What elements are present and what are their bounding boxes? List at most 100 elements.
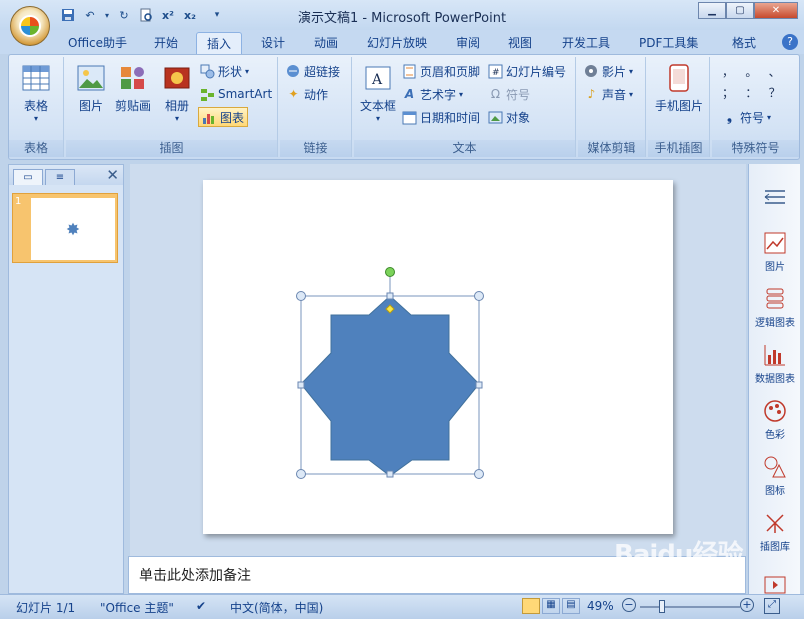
symbol-semicolon[interactable]: ； — [722, 84, 745, 101]
action-button[interactable]: ✦ 动作 — [286, 84, 328, 104]
group-label: 插图 — [66, 140, 277, 157]
slide-sorter-icon[interactable]: ▦ — [542, 598, 560, 614]
symbol-colon[interactable]: ： — [745, 84, 768, 101]
zoom-slider-thumb[interactable] — [659, 600, 665, 613]
datetime-button[interactable]: 日期和时间 — [402, 107, 480, 127]
picture-chart-icon — [762, 230, 788, 256]
eight-point-star-shape[interactable] — [300, 295, 480, 477]
slide-number-button[interactable]: # 幻灯片编号 — [488, 61, 566, 81]
tab-developer[interactable]: 开发工具 — [552, 32, 620, 54]
rp-color[interactable]: 色彩 — [749, 398, 801, 441]
object-button[interactable]: 对象 — [488, 107, 530, 127]
group-label: 媒体剪辑 — [578, 140, 645, 157]
header-footer-button[interactable]: 页眉和页脚 — [402, 61, 480, 81]
tab-pdf-tools[interactable]: PDF工具集 — [629, 32, 708, 54]
minimize-icon[interactable]: ▁ — [698, 2, 726, 19]
resize-handle-right[interactable] — [475, 381, 483, 389]
table-icon — [21, 63, 51, 93]
close-icon[interactable]: ✕ — [754, 2, 798, 19]
tab-insert[interactable]: 插入 — [196, 32, 243, 54]
special-symbol-button[interactable]: ❟ 符号 ▾ — [722, 107, 771, 127]
svg-text:#: # — [492, 68, 500, 78]
fit-window-icon[interactable]: ⤢ — [764, 598, 780, 614]
color-palette-icon — [762, 398, 788, 424]
resize-handle-top-right[interactable] — [474, 291, 484, 301]
outline-tab-icon[interactable]: ≡ — [45, 169, 75, 185]
tab-design[interactable]: 设计 — [251, 32, 295, 54]
resize-handle-top-left[interactable] — [296, 291, 306, 301]
sound-button[interactable]: ♪ 声音 ▾ — [584, 84, 633, 104]
slides-pane: ▭ ≡ ✕ 1 — [8, 164, 124, 594]
album-dropdown-icon: ▾ — [174, 114, 179, 123]
hyperlink-button[interactable]: 超链接 — [286, 61, 340, 81]
slide-thumbnail[interactable]: 1 — [12, 193, 118, 263]
tab-home[interactable]: 开始 — [144, 32, 188, 54]
office-button[interactable] — [10, 6, 50, 46]
zoom-level[interactable]: 49% — [587, 599, 614, 613]
slide-canvas[interactable] — [203, 180, 673, 534]
collapse-pane-icon[interactable] — [749, 184, 801, 212]
symbol-dropdown-icon: ❟ — [727, 109, 732, 124]
symbol-question[interactable]: ？ — [769, 84, 792, 101]
smartart-icon — [200, 87, 215, 102]
window-title: 演示文稿1 - Microsoft PowerPoint — [297, 11, 507, 26]
clipart-button[interactable]: 剪贴画 — [112, 63, 154, 114]
group-label: 手机插图 — [648, 140, 709, 157]
album-button[interactable]: 相册 ▾ — [156, 63, 198, 123]
tab-review[interactable]: 审阅 — [446, 32, 490, 54]
symbol-period[interactable]: 。 — [745, 63, 768, 80]
rp-picture[interactable]: 图片 — [749, 230, 801, 273]
group-label: 链接 — [280, 140, 351, 157]
resize-handle-top[interactable] — [386, 292, 394, 300]
spellcheck-icon[interactable]: ✔ — [196, 599, 206, 613]
rotation-handle[interactable] — [385, 267, 395, 277]
textbox-button[interactable]: A 文本框 ▾ — [356, 63, 400, 123]
resize-handle-bottom-right[interactable] — [474, 469, 484, 479]
tab-office-assistant[interactable]: Office助手 — [58, 32, 137, 54]
normal-view-icon[interactable] — [522, 598, 540, 614]
language[interactable]: 中文(简体，中国) — [230, 599, 323, 616]
chart-button[interactable]: 图表 — [198, 107, 249, 127]
table-button[interactable]: 表格 ▾ — [15, 63, 57, 123]
symbol-enum-comma[interactable]: 、 — [769, 63, 792, 80]
tab-view[interactable]: 视图 — [498, 32, 542, 54]
data-chart-icon — [762, 342, 788, 368]
wordart-button[interactable]: A 艺术字 ▾ — [402, 84, 463, 104]
hyperlink-icon — [286, 64, 301, 79]
tab-animation[interactable]: 动画 — [304, 32, 348, 54]
rp-data-chart[interactable]: 数据图表 — [749, 342, 801, 385]
group-label: 文本 — [354, 140, 575, 157]
zoom-in-icon[interactable]: + — [740, 598, 754, 612]
smartart-button[interactable]: SmartArt — [200, 84, 272, 104]
group-media: 影片 ▾ ♪ 声音 ▾ 媒体剪辑 — [578, 57, 646, 157]
close-pane-icon[interactable]: ✕ — [106, 166, 119, 184]
help-icon[interactable]: ? — [782, 34, 798, 50]
movie-button[interactable]: 影片 ▾ — [584, 61, 633, 81]
rp-illustration-library[interactable]: 插图库 — [749, 510, 801, 553]
resize-handle-bottom[interactable] — [386, 470, 394, 478]
theme-name[interactable]: "Office 主题" — [100, 599, 174, 616]
rp-logic-chart[interactable]: 逻辑图表 — [749, 286, 801, 329]
group-text: A 文本框 ▾ 页眉和页脚 A 艺术字 ▾ 日期和时间 # 幻灯片编号 Ω 符号 … — [354, 57, 576, 157]
phone-picture-button[interactable]: 手机图片 — [652, 63, 706, 114]
resize-handle-bottom-left[interactable] — [296, 469, 306, 479]
tab-format[interactable]: 格式 — [722, 32, 766, 54]
tab-slideshow[interactable]: 幻灯片放映 — [357, 32, 437, 54]
symbol-button[interactable]: Ω 符号 — [488, 84, 530, 104]
group-links: 超链接 ✦ 动作 链接 — [280, 57, 352, 157]
rp-icons[interactable]: 图标 — [749, 454, 801, 497]
symbol-comma[interactable]: ， — [722, 63, 745, 80]
slideshow-view-icon[interactable]: ▤ — [562, 598, 580, 614]
phone-picture-icon — [664, 63, 694, 93]
right-tool-pane: 图片 逻辑图表 数据图表 色彩 图标 插图库 — [748, 164, 800, 594]
thumbnail-canvas — [31, 198, 115, 260]
maximize-icon[interactable]: ▢ — [726, 2, 754, 19]
zoom-slider-track[interactable] — [640, 606, 740, 608]
zoom-out-icon[interactable]: − — [622, 598, 636, 612]
picture-button[interactable]: 图片 — [70, 63, 112, 114]
resize-handle-left[interactable] — [297, 381, 305, 389]
symbol-grid: ， 。 、 ； ： ？ — [722, 63, 792, 101]
view-buttons: ▦ ▤ — [522, 598, 580, 614]
shapes-button[interactable]: 形状 ▾ — [200, 61, 249, 81]
slides-tab-icon[interactable]: ▭ — [13, 169, 43, 185]
